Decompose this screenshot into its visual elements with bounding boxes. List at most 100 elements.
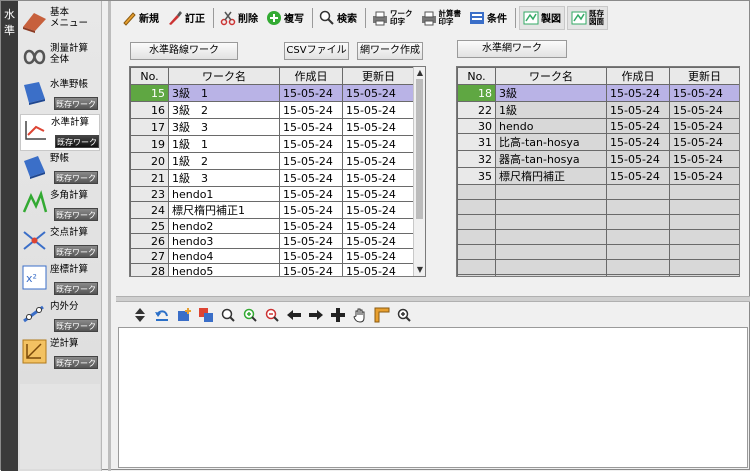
created-date-cell[interactable]: 15-05-24 (279, 152, 343, 170)
delete-button[interactable]: 削除 (217, 6, 261, 30)
row-number-cell[interactable]: 16 (130, 101, 169, 119)
search-button[interactable]: 検索 (316, 6, 360, 30)
up-down-arrows-icon[interactable] (132, 307, 148, 323)
updated-date-cell[interactable]: 15-05-24 (342, 135, 415, 153)
existing-work-button[interactable]: 既存ワーク (54, 208, 98, 221)
work-print-button[interactable]: ワーク 印字 (369, 6, 416, 30)
work-name-cell[interactable]: 1級 (495, 101, 607, 119)
sidebar-item-level-calc[interactable]: 水準計算 既存ワーク (20, 114, 100, 151)
existing-work-button[interactable]: 既存ワーク (55, 135, 99, 148)
table-row[interactable]: 28 hendo5 15-05-24 15-05-24 (130, 263, 415, 276)
table-row[interactable]: 31 比高-tan-hosya 15-05-24 15-05-24 (457, 133, 739, 151)
column-header-no[interactable]: No. (130, 67, 169, 85)
row-number-cell[interactable]: 28 (130, 263, 169, 276)
revise-button[interactable]: 訂正 (164, 6, 208, 30)
work-name-cell[interactable]: hendo2 (168, 218, 280, 234)
sidebar-item-traverse[interactable]: 多角計算 既存ワーク (20, 188, 100, 225)
updated-date-cell[interactable]: 15-05-24 (342, 218, 415, 234)
table-row[interactable]: 20 1級 2 15-05-24 15-05-24 (130, 152, 415, 170)
row-number-cell[interactable]: 32 (457, 150, 496, 168)
work-name-cell[interactable]: 器高-tan-hosya (495, 150, 607, 168)
updated-date-cell[interactable]: 15-05-24 (669, 84, 739, 102)
work-name-cell[interactable]: hendo (495, 118, 607, 134)
row-number-cell[interactable]: 24 (130, 201, 169, 219)
updated-date-cell[interactable]: 15-05-24 (342, 201, 415, 219)
created-date-cell[interactable]: 15-05-24 (606, 167, 670, 185)
created-date-cell[interactable]: 15-05-24 (279, 201, 343, 219)
created-date-cell[interactable]: 15-05-24 (279, 218, 343, 234)
updated-date-cell[interactable]: 15-05-24 (342, 169, 415, 187)
row-number-cell[interactable]: 26 (130, 233, 169, 249)
layers-icon[interactable] (198, 307, 214, 323)
created-date-cell[interactable]: 15-05-24 (279, 118, 343, 136)
zoom-out-icon[interactable] (264, 307, 280, 323)
updated-date-cell[interactable]: 15-05-24 (342, 186, 415, 202)
table-row[interactable]: 15 3級 1 15-05-24 15-05-24 (130, 84, 415, 102)
updated-date-cell[interactable]: 15-05-24 (342, 263, 415, 276)
work-name-cell[interactable]: hendo4 (168, 248, 280, 264)
sidebar-item-intersection[interactable]: 交点計算 既存ワーク (20, 225, 100, 262)
table-row[interactable]: 26 hendo3 15-05-24 15-05-24 (130, 233, 415, 249)
updated-date-cell[interactable]: 15-05-24 (669, 167, 739, 185)
row-number-cell[interactable]: 27 (130, 248, 169, 264)
created-date-cell[interactable]: 15-05-24 (279, 233, 343, 249)
sidebar-item-survey-all[interactable]: 測量計算 全体 (20, 41, 100, 78)
zoom-in-icon[interactable] (242, 307, 258, 323)
row-number-cell[interactable]: 15 (130, 84, 169, 102)
created-date-cell[interactable]: 15-05-24 (606, 84, 670, 102)
column-header-work-name[interactable]: ワーク名 (495, 67, 607, 85)
column-header-updated[interactable]: 更新日 (669, 67, 739, 85)
work-name-cell[interactable]: 3級 3 (168, 118, 280, 136)
table-row[interactable]: 25 hendo2 15-05-24 15-05-24 (130, 218, 415, 234)
updated-date-cell[interactable]: 15-05-24 (669, 118, 739, 134)
created-date-cell[interactable]: 15-05-24 (279, 101, 343, 119)
undo-icon[interactable] (154, 307, 170, 323)
updated-date-cell[interactable]: 15-05-24 (342, 118, 415, 136)
scroll-down-arrow-icon[interactable]: ▼ (414, 264, 425, 276)
row-number-cell[interactable]: 22 (457, 101, 496, 119)
drafting-button[interactable]: 製図 (519, 5, 565, 30)
csv-file-button[interactable]: CSVファイル (284, 42, 349, 60)
drawing-canvas[interactable] (118, 327, 748, 468)
copy-button[interactable]: 複写 (263, 6, 307, 30)
row-number-cell[interactable]: 31 (457, 133, 496, 151)
work-name-cell[interactable]: hendo5 (168, 263, 280, 276)
updated-date-cell[interactable]: 15-05-24 (669, 101, 739, 119)
condition-button[interactable]: 条件 (466, 6, 510, 30)
move-cross-icon[interactable] (330, 307, 346, 323)
add-layer-icon[interactable] (176, 307, 192, 323)
zoom-icon[interactable] (396, 307, 412, 323)
scroll-up-arrow-icon[interactable]: ▲ (414, 67, 425, 79)
updated-date-cell[interactable]: 15-05-24 (669, 133, 739, 151)
work-name-cell[interactable]: hendo1 (168, 186, 280, 202)
work-name-cell[interactable]: 標尺楕円補正 (495, 167, 607, 185)
created-date-cell[interactable]: 15-05-24 (279, 84, 343, 102)
table-row[interactable]: 30 hendo 15-05-24 15-05-24 (457, 118, 739, 134)
created-date-cell[interactable]: 15-05-24 (279, 135, 343, 153)
level-network-work-button[interactable]: 水準網ワーク (457, 40, 567, 58)
updated-date-cell[interactable]: 15-05-24 (342, 152, 415, 170)
create-network-work-button[interactable]: 網ワーク作成 (357, 42, 423, 60)
created-date-cell[interactable]: 15-05-24 (606, 118, 670, 134)
existing-work-button[interactable]: 既存ワーク (54, 282, 98, 295)
column-header-work-name[interactable]: ワーク名 (168, 67, 280, 85)
row-number-cell[interactable]: 23 (130, 186, 169, 202)
updated-date-cell[interactable]: 15-05-24 (669, 150, 739, 168)
table-row[interactable]: 19 1級 1 15-05-24 15-05-24 (130, 135, 415, 153)
row-number-cell[interactable]: 25 (130, 218, 169, 234)
work-name-cell[interactable]: 1級 2 (168, 152, 280, 170)
work-name-cell[interactable]: 1級 1 (168, 135, 280, 153)
row-number-cell[interactable]: 20 (130, 152, 169, 170)
sidebar-item-coordinate[interactable]: x² 座標計算 既存ワーク (20, 262, 100, 299)
row-number-cell[interactable]: 17 (130, 118, 169, 136)
sidebar-item-inverse[interactable]: 逆計算 既存ワーク (20, 336, 100, 373)
row-number-cell[interactable]: 35 (457, 167, 496, 185)
row-number-cell[interactable]: 30 (457, 118, 496, 134)
work-name-cell[interactable]: 3級 (495, 84, 607, 102)
work-name-cell[interactable]: 3級 2 (168, 101, 280, 119)
pan-hand-icon[interactable] (352, 307, 368, 323)
created-date-cell[interactable]: 15-05-24 (279, 169, 343, 187)
created-date-cell[interactable]: 15-05-24 (279, 263, 343, 276)
existing-work-button[interactable]: 既存ワーク (54, 356, 98, 369)
row-number-cell[interactable]: 21 (130, 169, 169, 187)
